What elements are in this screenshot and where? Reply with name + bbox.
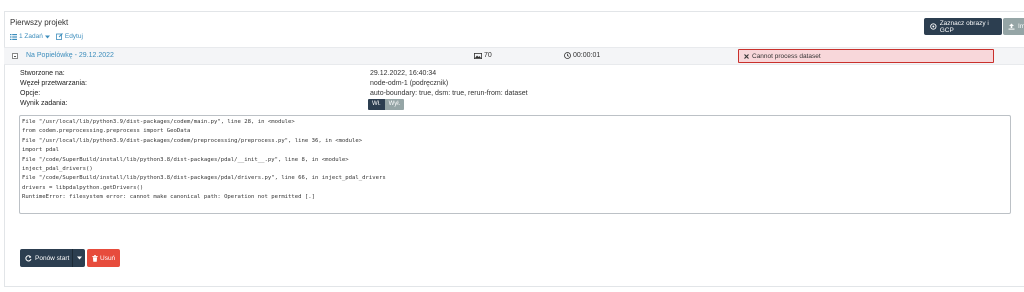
trash-icon — [92, 254, 98, 262]
task-name-link[interactable]: Na Popielówkę - 29.12.2022 — [26, 52, 114, 59]
console-line: File "/usr/local/lib/python3.9/dist-pack… — [22, 137, 363, 144]
caret-down-icon — [76, 256, 82, 260]
caret-down-icon — [44, 35, 50, 38]
output-on-button[interactable]: Wł. — [368, 99, 385, 110]
output-label: Wynik zadania: — [20, 100, 68, 107]
edit-icon — [55, 33, 63, 40]
console-line: inject_pdal_drivers() — [22, 165, 93, 172]
import-button[interactable]: Im — [1003, 18, 1024, 35]
image-count-value: 70 — [484, 52, 492, 59]
console-line: import pdal — [22, 147, 60, 154]
task-status-badge: Cannot process dataset — [738, 49, 994, 63]
task-elapsed-time: 00:00:01 — [564, 52, 600, 59]
project-title: Pierwszy projekt — [10, 18, 69, 27]
restart-button[interactable]: Ponów start — [20, 255, 72, 262]
project-links: 1 Zadań Edytuj — [10, 33, 83, 40]
upload-icon — [1008, 23, 1015, 30]
list-icon — [10, 33, 17, 40]
edit-project-link[interactable]: Edytuj — [55, 33, 83, 40]
created-value: 29.12.2022, 16:40:34 — [370, 70, 437, 77]
tasks-link-label: 1 Zadań — [19, 33, 43, 40]
select-images-gcp-button[interactable]: Zaznacz obrazy i GCP — [924, 18, 1002, 35]
restart-dropdown-toggle[interactable] — [72, 249, 85, 267]
elapsed-value: 00:00:01 — [573, 52, 601, 59]
import-button-label: Im — [1018, 23, 1024, 30]
restart-button-group: Ponów start — [20, 249, 85, 267]
delete-button-label: Usuń — [100, 254, 116, 262]
task-output-console[interactable]: File "/usr/local/lib/python3.9/dist-pack… — [19, 115, 1011, 214]
console-line: RuntimeError: filesystem error: cannot m… — [22, 194, 315, 201]
refresh-icon — [25, 254, 32, 261]
node-value: node-odm-1 (podręcznik) — [370, 80, 449, 87]
console-line: from codem.preprocessing.preprocess impo… — [22, 128, 191, 135]
node-label: Węzeł przetwarzania: — [20, 80, 87, 87]
task-status-text: Cannot process dataset — [752, 52, 821, 60]
output-off-button[interactable]: Wył. — [384, 99, 405, 110]
clock-icon — [564, 52, 571, 59]
options-label: Opcje: — [20, 90, 41, 97]
options-value: auto-boundary: true, dsm: true, rerun-fr… — [370, 90, 528, 97]
edit-link-label: Edytuj — [64, 33, 83, 40]
close-icon — [744, 53, 749, 59]
task-image-count: 70 — [474, 52, 492, 59]
image-icon — [474, 52, 482, 59]
console-line: drivers = libpdalpython.getDrivers() — [22, 184, 144, 191]
console-line: File "/usr/local/lib/python3.9/dist-pack… — [22, 119, 295, 125]
console-line: File "/code/SuperBuild/install/lib/pytho… — [22, 156, 349, 163]
created-label: Stworzone na: — [20, 70, 65, 77]
console-line: File "/code/SuperBuild/install/lib/pytho… — [22, 175, 386, 182]
tasks-toggle-link[interactable]: 1 Zadań — [10, 33, 50, 40]
collapse-task-icon[interactable] — [12, 53, 18, 59]
delete-button[interactable]: Usuń — [87, 249, 120, 267]
crosshair-icon — [930, 23, 937, 30]
task-output-toggle: Wł. Wył. — [368, 99, 405, 110]
gcp-button-label: Zaznacz obrazy i GCP — [939, 19, 989, 34]
restart-button-label: Ponów start — [35, 254, 70, 262]
